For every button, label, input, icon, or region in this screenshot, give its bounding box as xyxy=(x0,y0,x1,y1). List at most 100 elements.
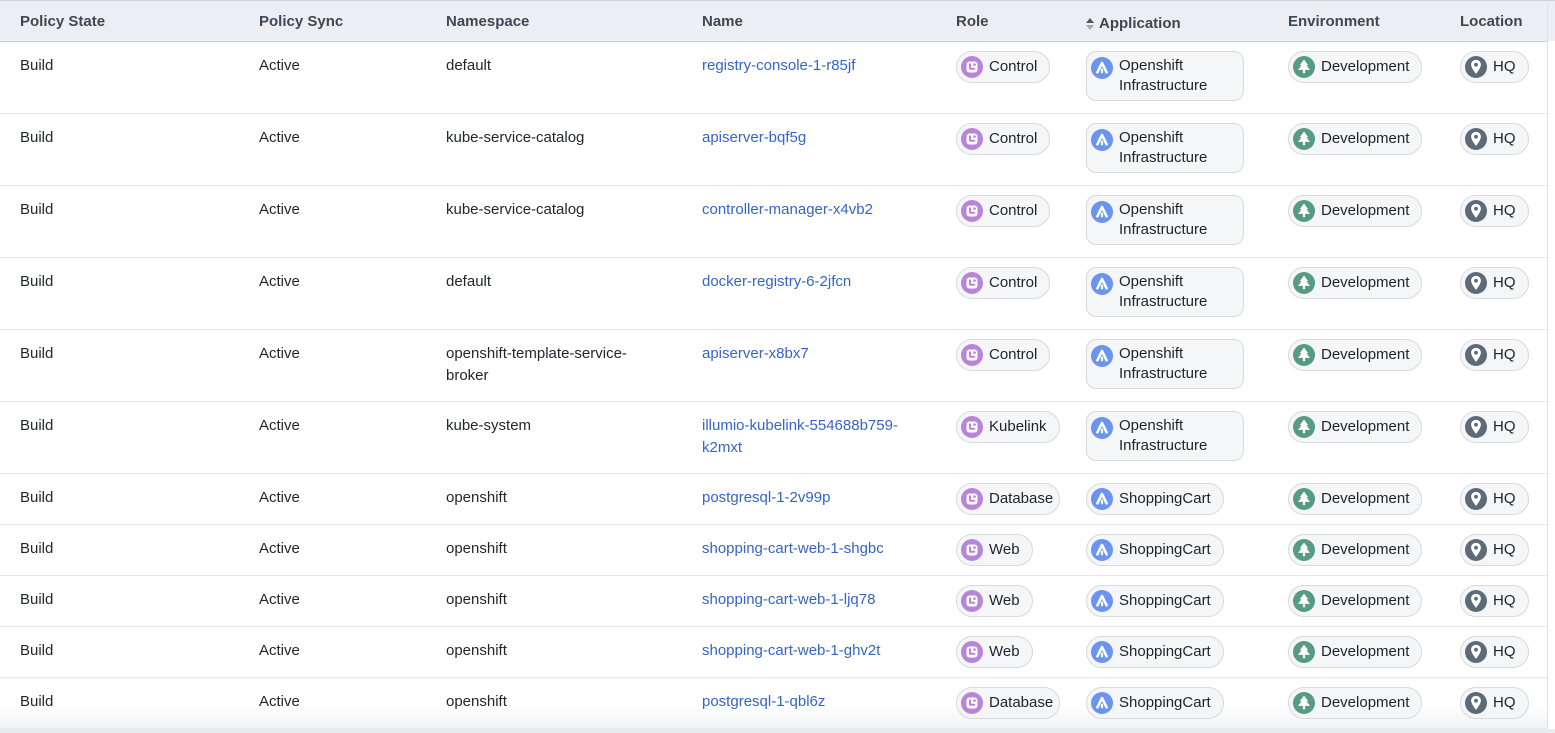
environment-label-pill[interactable]: Development xyxy=(1288,687,1422,719)
application-label-icon xyxy=(1091,692,1113,714)
environment-label-pill[interactable]: Development xyxy=(1288,123,1422,155)
location-label-pill[interactable]: HQ xyxy=(1460,195,1529,227)
name-cell: postgresql-1-2v99p xyxy=(682,474,936,525)
role-value: Control xyxy=(989,57,1037,77)
workload-name-link[interactable]: shopping-cart-web-1-ghv2t xyxy=(702,640,880,662)
location-label-pill[interactable]: HQ xyxy=(1460,51,1529,83)
column-header-namespace[interactable]: Namespace xyxy=(426,1,682,42)
environment-label-pill[interactable]: Development xyxy=(1288,636,1422,668)
application-label-pill[interactable]: Openshift Infrastructure xyxy=(1086,411,1244,461)
name-cell: shopping-cart-web-1-ghv2t xyxy=(682,627,936,678)
application-label-icon xyxy=(1091,345,1113,367)
environment-label-pill[interactable]: Development xyxy=(1288,585,1422,617)
location-cell: HQ xyxy=(1440,474,1547,525)
column-header-environment[interactable]: Environment xyxy=(1268,1,1440,42)
role-label-pill[interactable]: Control xyxy=(956,339,1050,371)
location-value: HQ xyxy=(1493,693,1516,713)
role-label-pill[interactable]: Kubelink xyxy=(956,411,1060,443)
workload-name-link[interactable]: apiserver-x8bx7 xyxy=(702,343,809,365)
workload-name-link[interactable]: controller-manager-x4vb2 xyxy=(702,199,873,221)
policy-state-value: Build xyxy=(20,201,53,218)
application-label-icon xyxy=(1091,129,1113,151)
environment-label-pill[interactable]: Development xyxy=(1288,267,1422,299)
column-header-name[interactable]: Name xyxy=(682,1,936,42)
location-label-pill[interactable]: HQ xyxy=(1460,339,1529,371)
location-label-pill[interactable]: HQ xyxy=(1460,534,1529,566)
role-label-pill[interactable]: Web xyxy=(956,534,1033,566)
application-label-icon xyxy=(1091,590,1113,612)
application-label-pill[interactable]: Openshift Infrastructure xyxy=(1086,195,1244,245)
environment-label-pill[interactable]: Development xyxy=(1288,483,1422,515)
application-label-pill[interactable]: Openshift Infrastructure xyxy=(1086,339,1244,389)
environment-label-pill[interactable]: Development xyxy=(1288,51,1422,83)
policy-sync-cell: Active xyxy=(239,678,426,729)
application-cell: Openshift Infrastructure xyxy=(1066,186,1268,258)
role-label-pill[interactable]: Database xyxy=(956,687,1060,719)
application-label-pill[interactable]: ShoppingCart xyxy=(1086,483,1224,515)
location-label-pill[interactable]: HQ xyxy=(1460,483,1529,515)
application-label-pill[interactable]: Openshift Infrastructure xyxy=(1086,123,1244,173)
workload-name-link[interactable]: illumio-kubelink-554688b759-k2mxt xyxy=(702,415,906,459)
role-label-pill[interactable]: Control xyxy=(956,267,1050,299)
role-label-pill[interactable]: Control xyxy=(956,51,1050,83)
workload-name-link[interactable]: postgresql-1-qbl6z xyxy=(702,691,825,713)
location-label-pill[interactable]: HQ xyxy=(1460,687,1529,719)
table-row: Build Active openshift postgresql-1-2v99… xyxy=(0,474,1547,525)
workload-name-link[interactable]: shopping-cart-web-1-shgbc xyxy=(702,538,884,560)
workload-name-link[interactable]: registry-console-1-r85jf xyxy=(702,55,855,77)
environment-label-pill[interactable]: Development xyxy=(1288,339,1422,371)
role-cell: Web xyxy=(936,576,1066,627)
policy-state-cell: Build xyxy=(0,525,239,576)
policy-sync-value: Active xyxy=(259,642,300,659)
location-label-pill[interactable]: HQ xyxy=(1460,585,1529,617)
environment-label-pill[interactable]: Development xyxy=(1288,411,1422,443)
application-label-pill[interactable]: ShoppingCart xyxy=(1086,585,1224,617)
application-cell: Openshift Infrastructure xyxy=(1066,114,1268,186)
application-label-pill[interactable]: ShoppingCart xyxy=(1086,636,1224,668)
namespace-cell: kube-system xyxy=(426,402,682,474)
role-label-pill[interactable]: Web xyxy=(956,585,1033,617)
workload-name-link[interactable]: apiserver-bqf5g xyxy=(702,127,806,149)
application-label-pill[interactable]: ShoppingCart xyxy=(1086,534,1224,566)
policy-state-value: Build xyxy=(20,489,53,506)
environment-label-icon xyxy=(1293,692,1315,714)
application-label-pill[interactable]: ShoppingCart xyxy=(1086,687,1224,719)
column-header-policy-state[interactable]: Policy State xyxy=(0,1,239,42)
namespace-value: default xyxy=(446,57,491,74)
environment-label-icon xyxy=(1293,539,1315,561)
application-label-pill[interactable]: Openshift Infrastructure xyxy=(1086,267,1244,317)
location-label-pill[interactable]: HQ xyxy=(1460,267,1529,299)
workload-name-link[interactable]: docker-registry-6-2jfcn xyxy=(702,271,851,293)
column-header-location[interactable]: Location xyxy=(1440,1,1547,42)
namespace-cell: kube-service-catalog xyxy=(426,186,682,258)
location-label-pill[interactable]: HQ xyxy=(1460,411,1529,443)
workload-name-link[interactable]: postgresql-1-2v99p xyxy=(702,487,830,509)
role-value: Database xyxy=(989,489,1053,509)
role-cell: Control xyxy=(936,258,1066,330)
table-header: Policy State Policy Sync Namespace Name … xyxy=(0,1,1547,42)
location-cell: HQ xyxy=(1440,186,1547,258)
location-label-pill[interactable]: HQ xyxy=(1460,123,1529,155)
role-label-pill[interactable]: Control xyxy=(956,123,1050,155)
environment-label-icon xyxy=(1293,56,1315,78)
table-row: Build Active default docker-registry-6-2… xyxy=(0,258,1547,330)
role-label-pill[interactable]: Database xyxy=(956,483,1060,515)
column-header-application[interactable]: Application xyxy=(1066,1,1268,42)
column-header-policy-sync[interactable]: Policy Sync xyxy=(239,1,426,42)
location-label-pill[interactable]: HQ xyxy=(1460,636,1529,668)
environment-label-pill[interactable]: Development xyxy=(1288,195,1422,227)
column-header-role[interactable]: Role xyxy=(936,1,1066,42)
application-cell: ShoppingCart xyxy=(1066,678,1268,729)
role-cell: Kubelink xyxy=(936,402,1066,474)
location-cell: HQ xyxy=(1440,114,1547,186)
role-cell: Control xyxy=(936,42,1066,114)
role-label-pill[interactable]: Web xyxy=(956,636,1033,668)
environment-label-pill[interactable]: Development xyxy=(1288,534,1422,566)
application-label-pill[interactable]: Openshift Infrastructure xyxy=(1086,51,1244,101)
workload-name-link[interactable]: shopping-cart-web-1-ljq78 xyxy=(702,589,875,611)
application-value: Openshift Infrastructure xyxy=(1119,200,1231,240)
role-label-pill[interactable]: Control xyxy=(956,195,1050,227)
policy-sync-cell: Active xyxy=(239,330,426,402)
application-value: ShoppingCart xyxy=(1119,642,1211,662)
policy-state-value: Build xyxy=(20,129,53,146)
